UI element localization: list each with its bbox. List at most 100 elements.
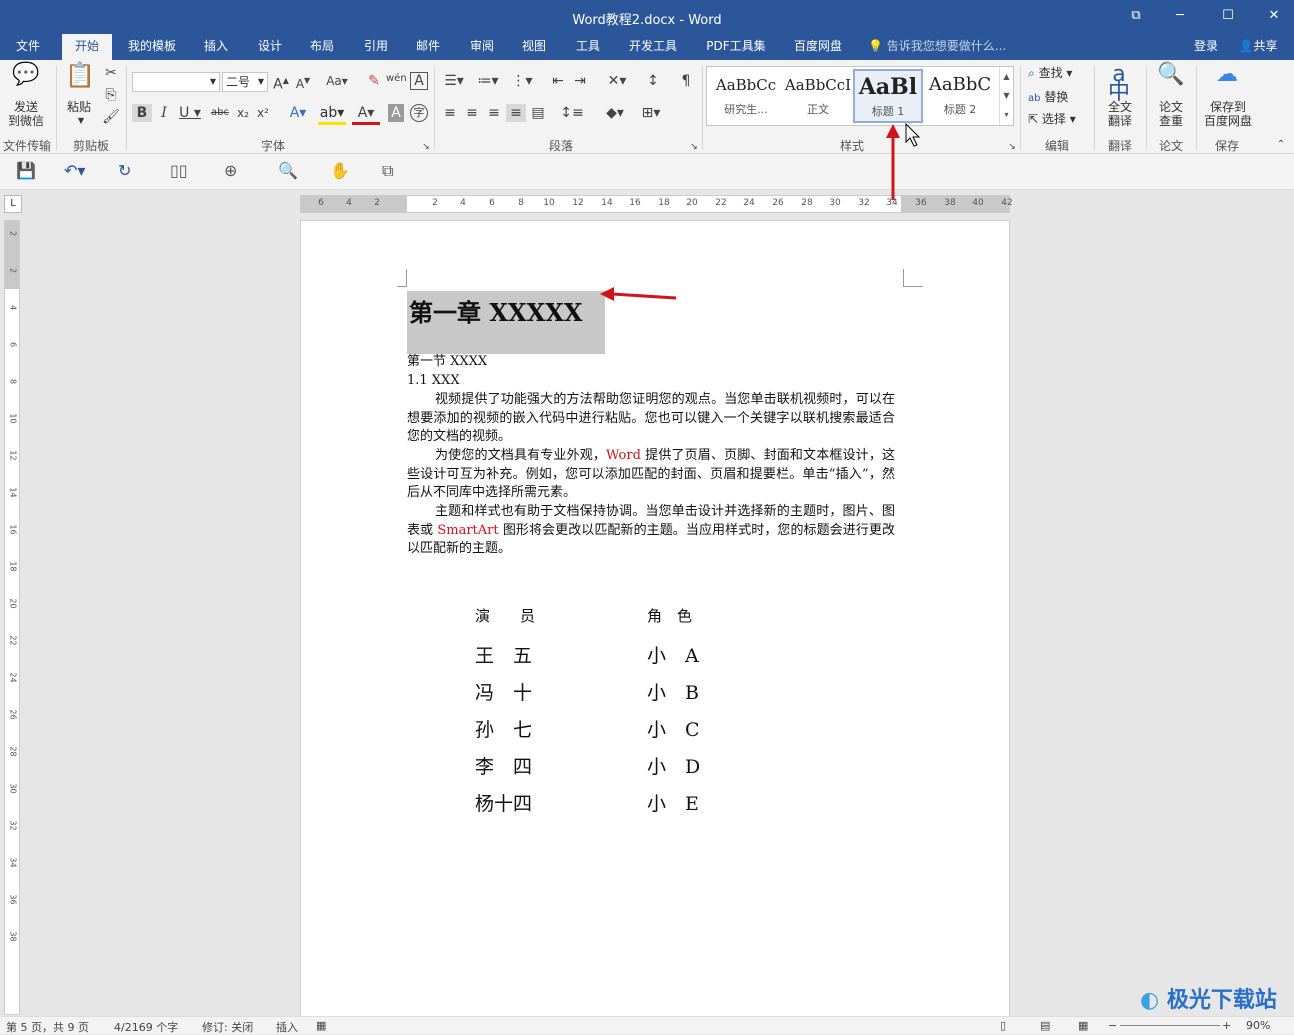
select-button[interactable]: ⇱ 选择 ▾	[1028, 112, 1076, 126]
undo-icon[interactable]: ↶▾	[64, 161, 85, 181]
table-cell[interactable]: 小 C	[647, 715, 700, 742]
paragraph-1[interactable]: 视频提供了功能强大的方法帮助您证明您的观点。当您单击联机视频时，可以在想要添加的…	[407, 391, 895, 447]
text-effects-icon[interactable]: A▾	[284, 104, 312, 122]
tell-me-box[interactable]: 💡 告诉我您想要做什么...	[868, 34, 1006, 60]
tab-insert[interactable]: 插入	[196, 34, 236, 60]
zoom-level[interactable]: 90%	[1246, 1019, 1270, 1032]
redo-icon[interactable]: ↻	[118, 161, 131, 181]
tab-my-templates[interactable]: 我的模板	[120, 34, 184, 60]
table-cell[interactable]: 冯 十	[475, 678, 532, 705]
tab-file[interactable]: 文件	[8, 34, 48, 60]
tab-pdf-tools[interactable]: PDF工具集	[700, 34, 772, 60]
paste-icon[interactable]: 📋	[64, 63, 96, 87]
heading-1[interactable]: 第一章 XXXXX	[407, 291, 605, 354]
macro-icon[interactable]: ▦	[316, 1019, 326, 1032]
page-count[interactable]: 第 5 页，共 9 页	[6, 1019, 89, 1035]
cut-icon[interactable]: ✂	[102, 64, 120, 82]
strikethrough-button[interactable]: abc	[208, 104, 232, 122]
paragraph-3[interactable]: 主题和样式也有助于文档保持协调。当您单击设计并选择新的主题时，图片、图表或 Sm…	[407, 503, 895, 559]
grow-font-icon[interactable]: A▲	[272, 72, 290, 94]
borders-icon[interactable]: ⊞▾	[636, 104, 666, 122]
subscript-button[interactable]: x₂	[234, 104, 252, 122]
vertical-ruler[interactable]: 2 2 4 6 8 10 12 14 16 18 20 22 24 26 28 30 32 34 36 38	[4, 220, 20, 1015]
tab-baidu-pan[interactable]: 百度网盘	[786, 34, 850, 60]
style-heading-1[interactable]: AaBl 标题 1	[853, 69, 923, 123]
word-count[interactable]: 4/2169 个字	[114, 1019, 178, 1035]
multilevel-list-icon[interactable]: ⋮▾	[508, 72, 536, 90]
tab-design[interactable]: 设计	[250, 34, 290, 60]
highlight-icon[interactable]: ab▾	[318, 104, 346, 125]
line-spacing-icon[interactable]: ↕≡	[558, 104, 586, 122]
save-baidu-button[interactable]: 保存到 百度网盘	[1200, 100, 1256, 128]
read-mode-icon[interactable]: ▯▯	[170, 161, 188, 181]
find-button[interactable]: ⌕ 查找 ▾	[1028, 66, 1072, 80]
change-case-icon[interactable]: Aa▾	[324, 72, 350, 90]
web-view-icon[interactable]: ▦	[1078, 1019, 1088, 1032]
show-marks-icon[interactable]: ¶	[676, 72, 696, 90]
sort-icon[interactable]: ↕	[642, 72, 664, 90]
section-heading[interactable]: 第一节 XXXX	[407, 353, 487, 371]
bullets-icon[interactable]: ☰▾	[440, 72, 468, 90]
paper-check-button[interactable]: 论文 查重	[1150, 100, 1192, 128]
tab-mailings[interactable]: 邮件	[408, 34, 448, 60]
table-cell[interactable]: 小 E	[647, 789, 699, 816]
superscript-button[interactable]: x²	[254, 104, 272, 122]
font-name-select[interactable]: ▼	[132, 72, 220, 92]
char-border-icon[interactable]: A	[410, 72, 428, 90]
login-link[interactable]: 登录	[1188, 34, 1224, 60]
tab-review[interactable]: 审阅	[462, 34, 502, 60]
minimize-button[interactable]: ─	[1168, 6, 1192, 26]
font-color-icon[interactable]: A▾	[352, 104, 380, 125]
table-cell[interactable]: 李 四	[475, 752, 532, 779]
table-cell[interactable]: 小 D	[647, 752, 700, 779]
subsection-heading[interactable]: 1.1 XXX	[407, 372, 460, 390]
web-layout-icon[interactable]: ⊕	[224, 161, 237, 181]
baidu-cloud-icon[interactable]: ☁	[1210, 64, 1244, 86]
increase-indent-icon[interactable]: ⇥	[570, 72, 590, 90]
table-cell[interactable]: 杨十四	[475, 789, 532, 816]
zoom-in-icon[interactable]: +	[1222, 1019, 1231, 1032]
enclose-char-icon[interactable]: 字	[410, 104, 428, 122]
gallery-scroll[interactable]: ▲ ▼ ▾	[999, 67, 1013, 125]
touch-mode-icon[interactable]: ✋	[330, 161, 350, 181]
table-header-actor[interactable]: 演 员	[475, 605, 535, 626]
format-painter-icon[interactable]: 🖌	[102, 108, 120, 126]
insert-mode[interactable]: 插入	[276, 1019, 298, 1035]
wechat-icon[interactable]: 💬	[10, 64, 42, 86]
char-shading-icon[interactable]: A	[388, 104, 404, 122]
copy-icon[interactable]: ⎘	[102, 86, 120, 104]
style-heading-2[interactable]: AaBbC 标题 2	[925, 69, 995, 123]
align-right-icon[interactable]: ≡	[484, 104, 504, 122]
style-research[interactable]: AaBbCc 研究生...	[711, 69, 781, 123]
horizontal-ruler[interactable]: 6 4 2 2 4 6 8 10 12 14 16 18 20 22 24 26 28 30 32 34 36 38 40 4…	[300, 195, 1013, 213]
tab-layout[interactable]: 布局	[302, 34, 342, 60]
font-size-select[interactable]: 二号 ▼	[222, 72, 268, 92]
paragraph-2[interactable]: 为使您的文档具有专业外观，Word 提供了页眉、页脚、封面和文本框设计，这些设计…	[407, 447, 895, 503]
shrink-font-icon[interactable]: A▼	[294, 72, 312, 93]
save-icon[interactable]: 💾	[16, 161, 36, 181]
track-changes[interactable]: 修订: 关闭	[202, 1019, 253, 1035]
print-view-icon[interactable]: ▤	[1040, 1019, 1050, 1032]
close-button[interactable]: ✕	[1262, 6, 1286, 26]
document-page[interactable]: 第一章 XXXXX 第一节 XXXX 1.1 XXX 视频提供了功能强大的方法帮…	[300, 220, 1010, 1020]
paste-button[interactable]: 粘贴	[62, 100, 96, 114]
decrease-indent-icon[interactable]: ⇤	[548, 72, 568, 90]
bold-button[interactable]: B	[132, 104, 152, 122]
align-center-icon[interactable]: ≡	[462, 104, 482, 122]
maximize-button[interactable]: ☐	[1216, 6, 1240, 26]
shading-icon[interactable]: ◆▾	[600, 104, 630, 122]
align-left-icon[interactable]: ≡	[440, 104, 460, 122]
read-view-icon[interactable]: ▯	[1000, 1019, 1006, 1032]
zoom-slider[interactable]	[1120, 1025, 1220, 1026]
share-button[interactable]: 👤共享	[1232, 34, 1284, 60]
collapse-ribbon-icon[interactable]: ⌃	[1274, 136, 1288, 154]
tab-tools[interactable]: 工具	[568, 34, 608, 60]
underline-button[interactable]: U ▾	[176, 104, 204, 122]
chinese-layout-icon[interactable]: ✕▾	[602, 72, 632, 90]
customize-qat-icon[interactable]: ⧉	[382, 161, 393, 181]
translate-icon[interactable]: a中	[1104, 64, 1134, 104]
clear-format-icon[interactable]: ✎	[364, 72, 384, 90]
tab-home[interactable]: 开始	[62, 34, 112, 60]
distributed-icon[interactable]: ▤	[528, 104, 548, 122]
table-header-role[interactable]: 角 色	[647, 605, 692, 626]
